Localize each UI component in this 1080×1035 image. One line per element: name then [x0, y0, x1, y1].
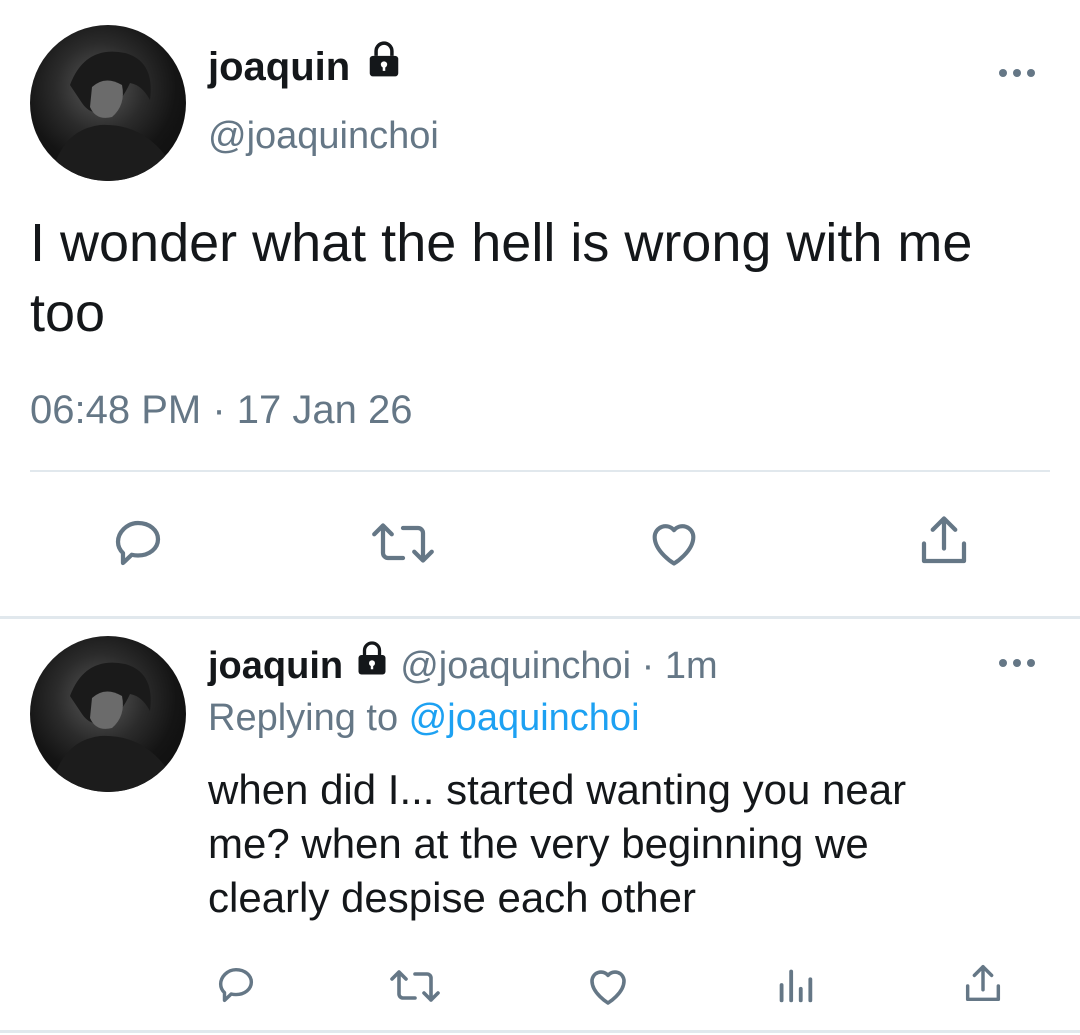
retweet-icon[interactable]: [386, 962, 444, 1010]
reply-text-line: me? when at the very beginning we: [208, 820, 869, 867]
avatar-image: [50, 51, 170, 181]
replying-to: Replying to @joaquinchoi: [208, 694, 640, 742]
analytics-icon[interactable]: [772, 962, 818, 1008]
heart-icon[interactable]: [583, 962, 633, 1010]
more-icon[interactable]: [995, 58, 1039, 88]
lock-icon: [354, 640, 390, 688]
lock-icon: [365, 40, 403, 90]
reply-text: when did I... started wanting you near m…: [208, 763, 906, 925]
handle[interactable]: @joaquinchoi: [208, 112, 439, 160]
replying-to-label: Replying to: [208, 697, 409, 739]
more-icon[interactable]: [995, 648, 1039, 678]
replying-to-handle[interactable]: @joaquinchoi: [409, 697, 640, 739]
bottom-divider: [0, 1030, 1080, 1033]
section-divider: [0, 616, 1080, 619]
reply-text-line: clearly despise each other: [208, 874, 696, 921]
reply-icon[interactable]: [108, 513, 168, 573]
avatar[interactable]: [30, 636, 186, 792]
reply-header: joaquin @joaquinchoi · 1m: [208, 640, 718, 690]
timestamp[interactable]: 06:48 PM · 17 Jan 26: [30, 385, 412, 435]
tweet-text-line: too: [30, 283, 106, 343]
retweet-icon[interactable]: [368, 513, 438, 573]
handle-time[interactable]: @joaquinchoi · 1m: [400, 645, 717, 687]
share-icon[interactable]: [914, 510, 974, 572]
avatar-image: [50, 662, 170, 792]
tweet-text-line: I wonder what the hell is wrong with me: [30, 213, 973, 273]
tweet-text: I wonder what the hell is wrong with me …: [30, 208, 972, 348]
reply-text-line: when did I... started wanting you near: [208, 766, 907, 813]
avatar[interactable]: [30, 25, 186, 181]
reply-icon[interactable]: [212, 962, 260, 1008]
display-name-text[interactable]: joaquin: [208, 45, 350, 89]
display-name[interactable]: joaquin: [208, 40, 403, 92]
divider: [30, 470, 1050, 472]
share-icon[interactable]: [960, 960, 1006, 1008]
display-name[interactable]: joaquin: [208, 645, 343, 687]
heart-icon[interactable]: [644, 514, 704, 572]
